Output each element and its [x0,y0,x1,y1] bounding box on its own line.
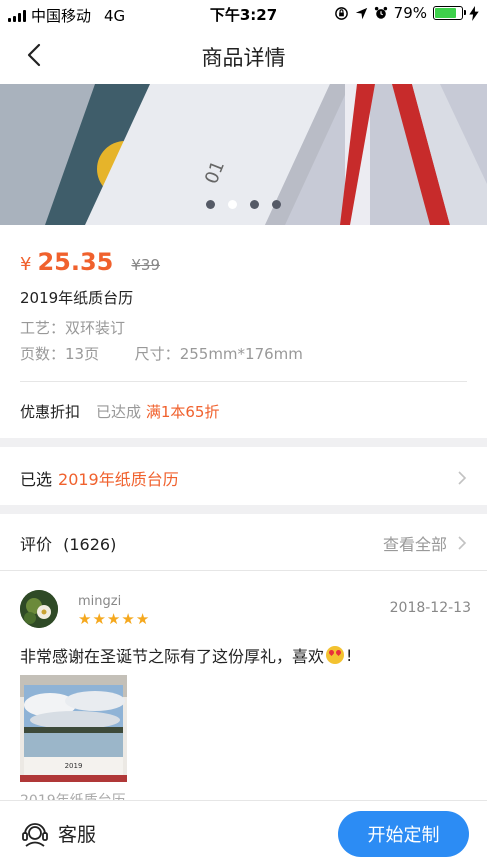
star-icon: ★ [135,610,150,628]
spec-pages-label: 页数： [20,345,66,363]
section-gap [0,438,487,447]
star-icon: ★ [106,610,121,628]
battery-percent: 79% [393,4,427,22]
rating-stars: ★ ★ ★ ★ ★ [78,611,149,627]
review-count: (1626) [63,535,117,554]
orientation-lock-icon [334,6,348,20]
status-bar: 中国移动 4G 下午3:27 79% [0,0,487,28]
page-title: 商品详情 [201,46,286,70]
product-banner[interactable]: 01 [0,84,487,225]
star-icon: ★ [78,610,92,628]
review-username: mingzi [78,594,122,609]
review-title: 评价 (1626) [20,531,116,555]
customer-service-label: 客服 [58,823,97,846]
carousel-dot-active[interactable] [228,200,237,209]
carousel-dots [0,200,487,209]
location-icon [355,7,367,19]
spec-craft: 工艺：双环装订 [20,317,125,338]
spec-craft-label: 工艺： [20,319,66,337]
spec-pages-value: 13页 [65,345,100,363]
selected-option-row[interactable]: 已选 2019年纸质台历 [20,466,467,490]
carousel-dot[interactable] [250,200,259,209]
spec-size-label: 尺寸： [134,345,180,363]
original-price: ¥39 [131,256,161,274]
currency-symbol: ¥ [20,254,32,275]
divider [20,381,467,382]
star-icon: ★ [121,610,135,628]
divider [0,570,487,571]
heart-eyes-emoji-icon [326,646,345,664]
chevron-right-icon [458,536,467,550]
discount-status: 已达成 [96,403,142,421]
start-customize-button[interactable]: 开始定制 [338,811,469,857]
carousel-dot[interactable] [272,200,281,209]
review-header: 评价 (1626) 查看全部 [20,531,467,555]
price-row: ¥ 25.35 ¥39 [20,248,160,276]
headset-icon [22,823,48,847]
star-icon: ★ [92,610,106,628]
section-gap [0,505,487,514]
spec-pages-size: 页数：13页 尺寸：255mm*176mm [20,343,303,364]
discount-row: 优惠折扣 已达成 满1本65折 [20,401,219,422]
discount-status-group: 已达成 满1本65折 [96,401,219,422]
review-text-body: 非常感谢在圣诞节之际有了这份厚礼，喜欢 [20,647,325,666]
bottom-bar: 客服 开始定制 [0,800,487,866]
avatar-image [20,590,58,628]
selected-value: 2019年纸质台历 [58,470,179,489]
discount-highlight: 满1本65折 [145,403,220,421]
spec-size-value: 255mm*176mm [179,345,303,363]
review-photo[interactable]: 2019 [20,675,127,782]
selected-option-text: 已选 2019年纸质台历 [20,466,179,490]
current-price: 25.35 [37,248,114,276]
battery-icon [433,6,466,20]
view-all-reviews-link[interactable]: 查看全部 [383,531,467,555]
alarm-icon [374,6,387,19]
review-text-end: ! [346,645,353,665]
nav-bar: 商品详情 [0,28,487,84]
carousel-dot[interactable] [206,200,215,209]
review-text: 非常感谢在圣诞节之际有了这份厚礼，喜欢! [20,643,352,667]
photo-caption: 2019 [65,762,83,770]
discount-label: 优惠折扣 [20,403,81,421]
review-photo-image: 2019 [20,675,127,782]
customer-service-button[interactable]: 客服 [20,818,96,848]
charging-icon [469,5,479,21]
spec-craft-value: 双环装订 [65,319,126,337]
product-name: 2019年纸质台历 [20,289,134,307]
avatar[interactable] [20,590,58,628]
review-label: 评价 [20,535,53,554]
view-all-label: 查看全部 [382,535,447,554]
status-right: 79% [334,4,479,22]
review-date: 2018-12-13 [389,600,471,616]
chevron-right-icon [458,471,467,485]
selected-label: 已选 [20,470,53,489]
